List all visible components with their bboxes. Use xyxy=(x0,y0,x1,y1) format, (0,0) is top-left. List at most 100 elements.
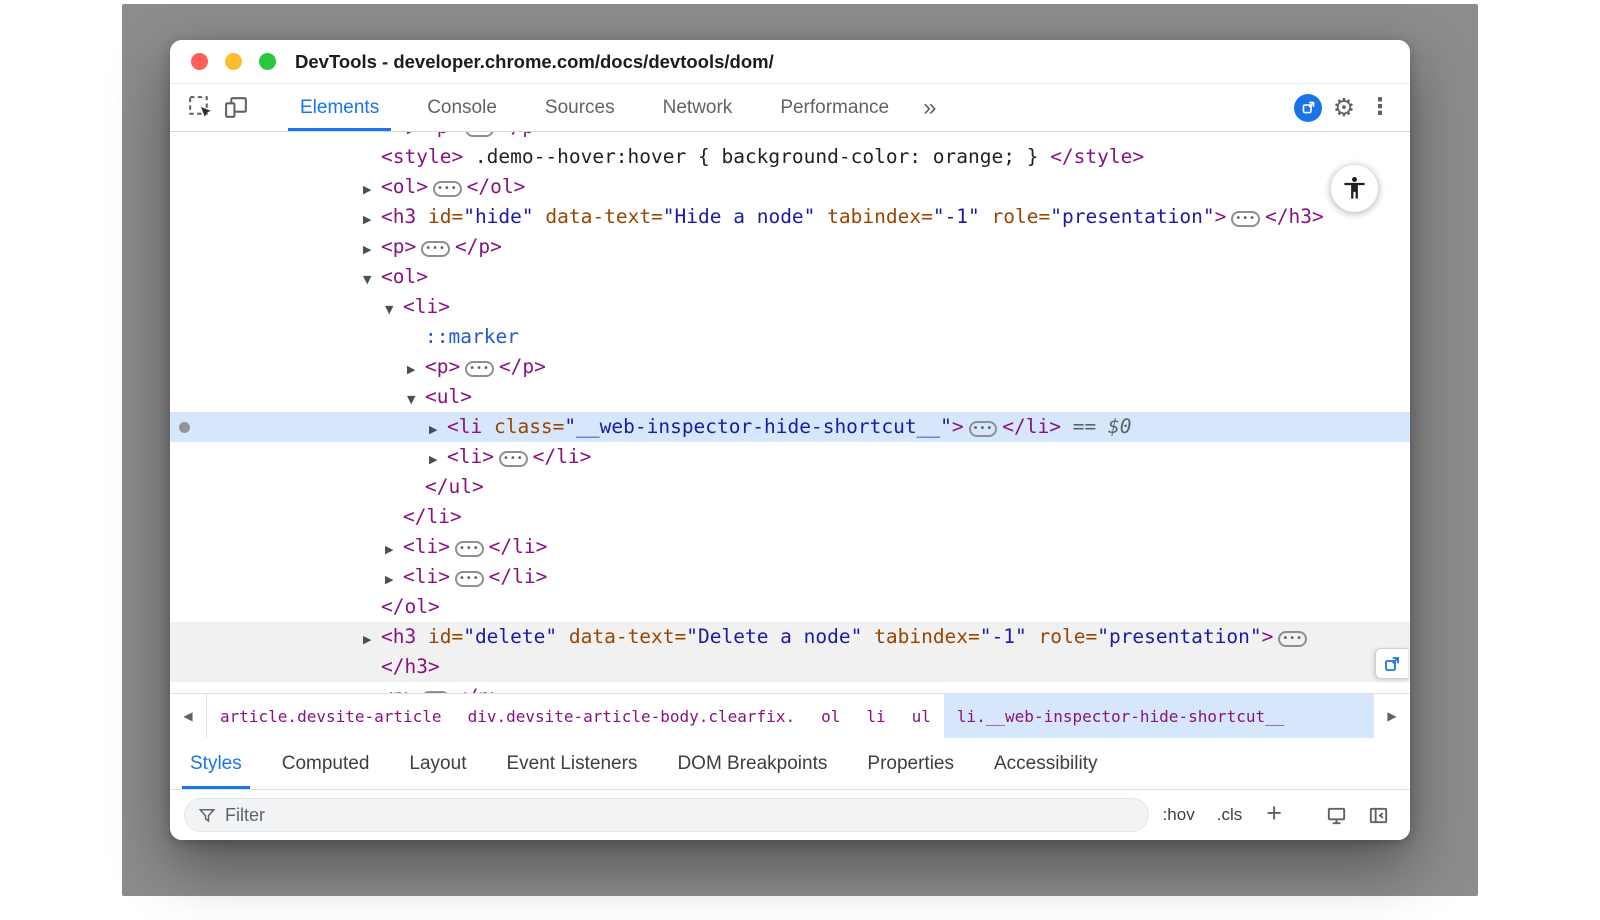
dom-node[interactable]: ▶<h3 id="delete" data-text="Delete a nod… xyxy=(170,622,1410,652)
new-style-rule-button[interactable]: + xyxy=(1256,798,1292,829)
device-toolbar-icon[interactable] xyxy=(218,90,254,126)
ellipsis-button[interactable]: ••• xyxy=(1231,211,1260,227)
code-token: > xyxy=(952,415,964,438)
accessibility-icon[interactable] xyxy=(1331,165,1378,212)
code-token: </li> xyxy=(1002,415,1061,438)
dom-node[interactable]: ▶<p>•••</p> xyxy=(170,682,1410,693)
dom-node[interactable]: ▼<ol> xyxy=(170,262,1410,292)
dom-node[interactable]: <style> .demo--hover:hover { background-… xyxy=(170,142,1410,172)
ellipsis-button[interactable]: ••• xyxy=(455,541,484,557)
expand-arrow-icon[interactable]: ▶ xyxy=(363,685,381,693)
code-token: </li> xyxy=(489,535,548,558)
ellipsis-button[interactable]: ••• xyxy=(465,361,494,377)
dom-node[interactable]: ::marker xyxy=(170,322,1410,352)
ellipsis-button[interactable]: ••• xyxy=(421,691,450,693)
expand-arrow-icon[interactable]: ▶ xyxy=(363,625,381,655)
traffic-lights xyxy=(191,53,276,70)
settings-icon[interactable]: ⚙ xyxy=(1326,90,1362,126)
ellipsis-button[interactable]: ••• xyxy=(421,241,450,257)
ellipsis-button[interactable]: ••• xyxy=(433,181,462,197)
zoom-button[interactable] xyxy=(259,53,276,70)
expand-arrow-icon[interactable]: ▶ xyxy=(429,415,447,445)
collapse-arrow-icon[interactable]: ▼ xyxy=(363,265,381,295)
dom-node[interactable]: ▼<li> xyxy=(170,292,1410,322)
ellipsis-button[interactable]: ••• xyxy=(499,451,528,467)
breadcrumb-item-ol[interactable]: ol xyxy=(808,694,853,738)
breadcrumb-item-li[interactable]: li xyxy=(853,694,898,738)
more-tabs-icon[interactable]: » xyxy=(913,94,945,122)
sidebar-toggle-icon[interactable] xyxy=(1360,797,1396,833)
code-token: </ul> xyxy=(425,475,484,498)
tab-console[interactable]: Console xyxy=(403,84,521,131)
collapse-arrow-icon[interactable]: ▼ xyxy=(407,385,425,415)
dom-node[interactable]: ▶<p>•••</p> xyxy=(170,132,1410,142)
code-token: <style> xyxy=(381,145,463,168)
dom-node[interactable]: ▶<h3 id="hide" data-text="Hide a node" t… xyxy=(170,202,1410,232)
screen-icon[interactable] xyxy=(1318,797,1354,833)
inspect-element-icon[interactable] xyxy=(182,90,218,126)
sidebar-tab-styles[interactable]: Styles xyxy=(170,738,262,789)
ellipsis-button[interactable]: ••• xyxy=(1278,631,1307,647)
square-arrow-float-glyph xyxy=(1383,655,1401,673)
collapse-arrow-icon[interactable]: ▼ xyxy=(385,295,403,325)
ellipsis-button[interactable]: ••• xyxy=(455,571,484,587)
tab-performance[interactable]: Performance xyxy=(756,84,913,131)
dom-node[interactable]: </ul> xyxy=(170,472,1410,502)
sidebar-tab-properties[interactable]: Properties xyxy=(847,738,974,789)
tab-sources[interactable]: Sources xyxy=(521,84,639,131)
tab-elements[interactable]: Elements xyxy=(276,84,403,131)
dom-node[interactable]: </ol> xyxy=(170,592,1410,622)
dom-node[interactable]: </li> xyxy=(170,502,1410,532)
sidebar-tab-computed[interactable]: Computed xyxy=(262,738,390,789)
sidebar-tab-layout[interactable]: Layout xyxy=(389,738,486,789)
dom-node-selected[interactable]: ▶<li class="__web-inspector-hide-shortcu… xyxy=(170,412,1410,442)
expand-arrow-icon[interactable]: ▶ xyxy=(429,445,447,475)
dom-node[interactable]: ▶<li>•••</li> xyxy=(170,442,1410,472)
breadcrumb-scroll-left-icon[interactable]: ◀ xyxy=(170,694,207,738)
square-arrow-badge-icon[interactable] xyxy=(1290,90,1326,126)
breadcrumb-item-ul[interactable]: ul xyxy=(899,694,944,738)
ellipsis-button[interactable]: ••• xyxy=(969,421,998,437)
minimize-button[interactable] xyxy=(225,53,242,70)
dom-node[interactable]: ▶<ol> ••• </ol> xyxy=(170,172,1410,202)
breadcrumb-item-div-devsite-article-body-clear[interactable]: div.devsite-article-body.clearfix. xyxy=(455,694,809,738)
sidebar-tab-event-listeners[interactable]: Event Listeners xyxy=(486,738,657,789)
dom-node[interactable]: ▶<p>•••</p> xyxy=(170,232,1410,262)
dom-node[interactable]: ▼<ul> xyxy=(170,382,1410,412)
tab-network[interactable]: Network xyxy=(639,84,757,131)
code-token: </ol> xyxy=(467,175,526,198)
dom-node[interactable]: ▶<li>•••</li> xyxy=(170,532,1410,562)
breadcrumb-bar: ◀ article.devsite-articlediv.devsite-art… xyxy=(170,693,1410,738)
dom-node[interactable]: ▶<li>•••</li> xyxy=(170,562,1410,592)
dom-node[interactable]: ▶<p>•••</p> xyxy=(170,352,1410,382)
sidebar-tabs: StylesComputedLayoutEvent ListenersDOM B… xyxy=(170,738,1410,790)
code-token: "Delete a node" xyxy=(686,625,862,648)
ellipsis-button[interactable]: ••• xyxy=(465,132,494,137)
close-button[interactable] xyxy=(191,53,208,70)
element-classes-button[interactable]: .cls xyxy=(1209,805,1251,825)
code-token: data-text= xyxy=(557,625,686,648)
sidebar-tab-accessibility[interactable]: Accessibility xyxy=(974,738,1117,789)
expand-arrow-icon[interactable]: ▶ xyxy=(363,235,381,265)
more-options-icon[interactable]: ⋮ xyxy=(1362,90,1398,126)
expand-arrow-icon[interactable]: ▶ xyxy=(363,205,381,235)
title-bar: DevTools - developer.chrome.com/docs/dev… xyxy=(170,40,1410,84)
sidebar-tab-dom-breakpoints[interactable]: DOM Breakpoints xyxy=(657,738,847,789)
square-arrow-float-icon[interactable] xyxy=(1375,648,1408,679)
expand-arrow-icon[interactable]: ▶ xyxy=(385,565,403,595)
expand-arrow-icon[interactable]: ▶ xyxy=(385,535,403,565)
breadcrumb-item-li-web-inspector-hide-shortcut[interactable]: li.__web-inspector-hide-shortcut__ xyxy=(944,694,1373,738)
expand-arrow-icon[interactable]: ▶ xyxy=(363,175,381,205)
code-token: $0 xyxy=(1108,415,1131,438)
inspect-element-glyph xyxy=(187,94,214,121)
dom-node[interactable]: </h3> xyxy=(170,652,1410,682)
breadcrumb-item-article-devsite-article[interactable]: article.devsite-article xyxy=(207,694,455,738)
gear-glyph: ⚙ xyxy=(1333,95,1355,120)
badge-circle xyxy=(1294,94,1322,122)
expand-arrow-icon[interactable]: ▶ xyxy=(407,355,425,385)
code-token: </p> xyxy=(455,685,502,693)
filter-input[interactable] xyxy=(225,805,1135,826)
breadcrumb-scroll-right-icon[interactable]: ▶ xyxy=(1373,694,1410,738)
code-token: <ol> xyxy=(381,175,428,198)
toggle-hover-state-button[interactable]: :hov xyxy=(1155,805,1203,825)
